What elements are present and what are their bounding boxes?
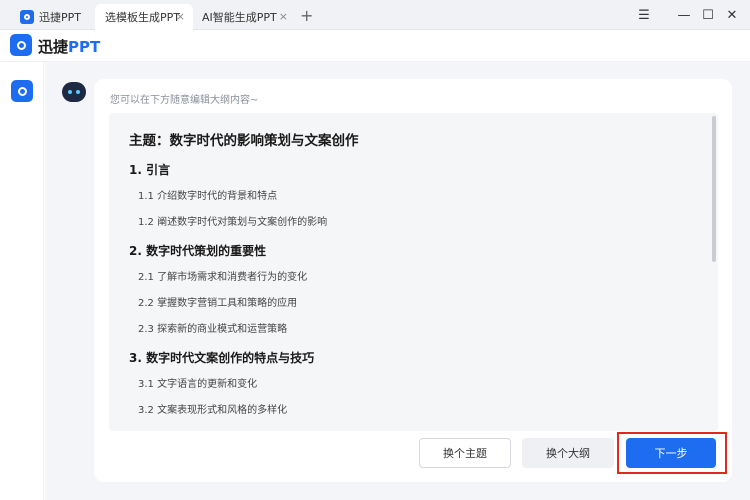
outline-item[interactable]: 2.3 探索新的商业模式和运营策略 [138, 321, 699, 339]
app-name-suffix: PPT [68, 38, 101, 56]
change-outline-button[interactable]: 换个大纲 [522, 438, 614, 468]
outline-section-title[interactable]: 1. 引言 [129, 159, 699, 181]
next-step-button[interactable]: 下一步 [626, 438, 716, 468]
outline-item[interactable]: 1.2 阐述数字时代对策划与文案创作的影响 [138, 214, 699, 232]
assistant-bot-icon [62, 82, 86, 102]
tab-label: 迅捷PPT [39, 11, 81, 24]
app-logo-icon [10, 34, 32, 56]
maximize-icon[interactable]: ☐ [698, 5, 718, 25]
left-sidebar [0, 62, 44, 500]
outline-item[interactable]: 2.1 了解市场需求和消费者行为的变化 [138, 269, 699, 287]
outline-section-title[interactable]: 2. 数字时代策划的重要性 [129, 240, 699, 262]
outline-topic[interactable]: 主题：数字时代的影响策划与文案创作 [129, 129, 699, 153]
window-close-icon[interactable]: ✕ [722, 5, 742, 25]
outline-editor[interactable]: 主题：数字时代的影响策划与文案创作 1. 引言 1.1 介绍数字时代的背景和特点… [109, 113, 718, 431]
edit-hint: 您可以在下方随意编辑大纲内容~ [110, 95, 259, 106]
outline-item[interactable]: 1.1 介绍数字时代的背景和特点 [138, 188, 699, 206]
outline-item[interactable]: 3.1 文字语言的更新和变化 [138, 376, 699, 394]
outline-section-title[interactable]: 3. 数字时代文案创作的特点与技巧 [129, 347, 699, 369]
tab-template-ppt[interactable]: 选模板生成PPT × [95, 4, 193, 30]
outline-content: 主题：数字时代的影响策划与文案创作 1. 引言 1.1 介绍数字时代的背景和特点… [129, 129, 699, 428]
app-name-prefix: 迅捷 [38, 38, 69, 56]
tab-app-home[interactable]: 迅捷PPT [20, 4, 92, 30]
home-logo-icon[interactable] [11, 80, 33, 102]
tab-label: AI智能生成PPT [202, 11, 277, 24]
outline-scrollbar-thumb[interactable] [712, 116, 716, 262]
new-tab-icon[interactable]: + [300, 6, 313, 25]
app-logo-icon [20, 10, 34, 24]
outline-item[interactable]: 2.2 掌握数字营销工具和策略的应用 [138, 295, 699, 313]
outline-item[interactable]: 3.2 文案表现形式和风格的多样化 [138, 402, 699, 420]
tab-close-icon[interactable]: × [176, 10, 185, 23]
tab-label: 选模板生成PPT [105, 11, 180, 24]
app-name: 迅捷PPT [38, 36, 100, 57]
tab-ai-ppt[interactable]: AI智能生成PPT × [198, 4, 290, 30]
change-topic-button[interactable]: 换个主题 [419, 438, 511, 468]
minimize-icon[interactable]: — [674, 5, 694, 25]
menu-icon[interactable]: ☰ [634, 5, 654, 25]
app-header: 迅捷PPT [0, 30, 750, 62]
title-bar: 迅捷PPT 选模板生成PPT × AI智能生成PPT × + ☰ — ☐ ✕ [0, 0, 750, 30]
tab-close-icon[interactable]: × [279, 10, 288, 23]
